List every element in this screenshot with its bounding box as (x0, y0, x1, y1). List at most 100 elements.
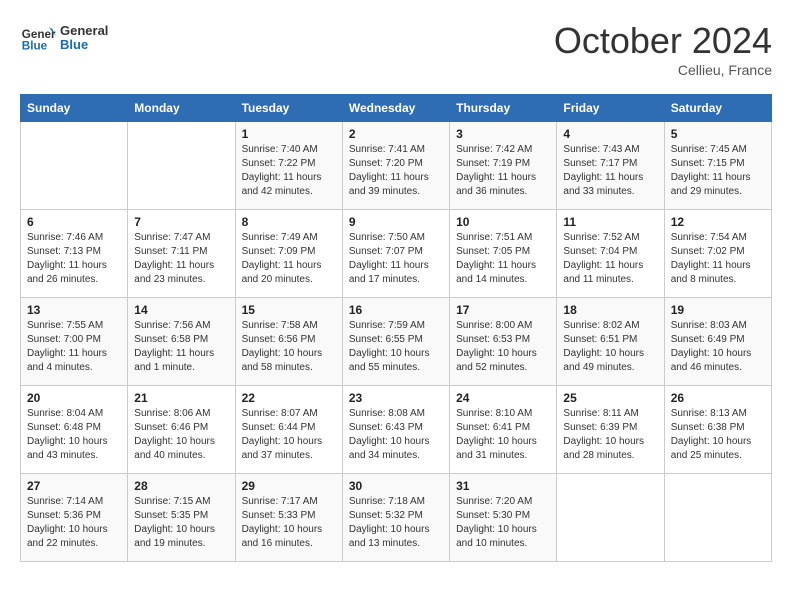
day-detail: Sunrise: 7:50 AM Sunset: 7:07 PM Dayligh… (349, 231, 443, 287)
calendar-cell: 15 Sunrise: 7:58 AM Sunset: 6:56 PM Dayli… (235, 298, 342, 386)
day-detail: Sunrise: 7:15 AM Sunset: 5:35 PM Dayligh… (134, 495, 228, 551)
calendar-cell: 26 Sunrise: 8:13 AM Sunset: 6:38 PM Dayli… (664, 386, 771, 474)
day-detail: Sunrise: 8:02 AM Sunset: 6:51 PM Dayligh… (563, 319, 657, 375)
day-number: 5 (671, 127, 765, 141)
day-detail: Sunrise: 7:46 AM Sunset: 7:13 PM Dayligh… (27, 231, 121, 287)
day-number: 6 (27, 215, 121, 229)
day-detail: Sunrise: 8:11 AM Sunset: 6:39 PM Dayligh… (563, 407, 657, 463)
day-detail: Sunrise: 7:58 AM Sunset: 6:56 PM Dayligh… (242, 319, 336, 375)
svg-text:Blue: Blue (22, 40, 48, 53)
day-detail: Sunrise: 7:40 AM Sunset: 7:22 PM Dayligh… (242, 143, 336, 199)
day-number: 21 (134, 391, 228, 405)
day-detail: Sunrise: 7:41 AM Sunset: 7:20 PM Dayligh… (349, 143, 443, 199)
calendar-cell (21, 122, 128, 210)
day-number: 2 (349, 127, 443, 141)
day-number: 1 (242, 127, 336, 141)
day-detail: Sunrise: 8:03 AM Sunset: 6:49 PM Dayligh… (671, 319, 765, 375)
day-detail: Sunrise: 7:18 AM Sunset: 5:32 PM Dayligh… (349, 495, 443, 551)
calendar-cell: 8 Sunrise: 7:49 AM Sunset: 7:09 PM Daylig… (235, 210, 342, 298)
day-detail: Sunrise: 7:54 AM Sunset: 7:02 PM Dayligh… (671, 231, 765, 287)
day-number: 27 (27, 479, 121, 493)
day-number: 19 (671, 303, 765, 317)
weekday-header: Tuesday (235, 95, 342, 122)
calendar-cell: 20 Sunrise: 8:04 AM Sunset: 6:48 PM Dayli… (21, 386, 128, 474)
weekday-header: Thursday (450, 95, 557, 122)
day-detail: Sunrise: 8:13 AM Sunset: 6:38 PM Dayligh… (671, 407, 765, 463)
day-number: 23 (349, 391, 443, 405)
calendar-cell: 3Sunrise: 7:42 AM Sunset: 7:19 PM Daylig… (450, 122, 557, 210)
day-number: 18 (563, 303, 657, 317)
day-detail: Sunrise: 7:20 AM Sunset: 5:30 PM Dayligh… (456, 495, 550, 551)
calendar-cell: 23 Sunrise: 8:08 AM Sunset: 6:43 PM Dayli… (342, 386, 449, 474)
day-detail: Sunrise: 7:42 AM Sunset: 7:19 PM Dayligh… (456, 143, 550, 199)
day-number: 26 (671, 391, 765, 405)
day-number: 11 (563, 215, 657, 229)
calendar-cell: 11 Sunrise: 7:52 AM Sunset: 7:04 PM Dayli… (557, 210, 664, 298)
calendar-cell: 6 Sunrise: 7:46 AM Sunset: 7:13 PM Daylig… (21, 210, 128, 298)
logo-line1: General (60, 24, 108, 38)
day-detail: Sunrise: 8:08 AM Sunset: 6:43 PM Dayligh… (349, 407, 443, 463)
day-number: 28 (134, 479, 228, 493)
weekday-header: Wednesday (342, 95, 449, 122)
month-info: October 2024 Cellieu, France (554, 20, 772, 78)
day-number: 15 (242, 303, 336, 317)
page-header: General Blue General Blue October 2024 C… (20, 20, 772, 78)
month-title: October 2024 (554, 20, 772, 62)
weekday-header: Friday (557, 95, 664, 122)
day-number: 10 (456, 215, 550, 229)
calendar-cell: 2 Sunrise: 7:41 AM Sunset: 7:20 PM Daylig… (342, 122, 449, 210)
day-number: 12 (671, 215, 765, 229)
calendar-cell: 10 Sunrise: 7:51 AM Sunset: 7:05 PM Dayli… (450, 210, 557, 298)
location: Cellieu, France (554, 62, 772, 78)
weekday-header: Sunday (21, 95, 128, 122)
day-detail: Sunrise: 8:10 AM Sunset: 6:41 PM Dayligh… (456, 407, 550, 463)
calendar-cell: 24 Sunrise: 8:10 AM Sunset: 6:41 PM Dayli… (450, 386, 557, 474)
calendar-cell: 5 Sunrise: 7:45 AM Sunset: 7:15 PM Daylig… (664, 122, 771, 210)
day-detail: Sunrise: 8:00 AM Sunset: 6:53 PM Dayligh… (456, 319, 550, 375)
day-detail: Sunrise: 7:59 AM Sunset: 6:55 PM Dayligh… (349, 319, 443, 375)
calendar-cell: 31 Sunrise: 7:20 AM Sunset: 5:30 PM Dayli… (450, 474, 557, 562)
day-number: 8 (242, 215, 336, 229)
day-number: 16 (349, 303, 443, 317)
day-detail: Sunrise: 7:51 AM Sunset: 7:05 PM Dayligh… (456, 231, 550, 287)
weekday-header: Monday (128, 95, 235, 122)
logo-icon: General Blue (20, 20, 56, 56)
day-detail: Sunrise: 8:04 AM Sunset: 6:48 PM Dayligh… (27, 407, 121, 463)
calendar-cell: 30 Sunrise: 7:18 AM Sunset: 5:32 PM Dayli… (342, 474, 449, 562)
day-detail: Sunrise: 7:49 AM Sunset: 7:09 PM Dayligh… (242, 231, 336, 287)
calendar-cell (664, 474, 771, 562)
calendar-cell (557, 474, 664, 562)
calendar-cell: 27Sunrise: 7:14 AM Sunset: 5:36 PM Dayli… (21, 474, 128, 562)
calendar-cell: 12 Sunrise: 7:54 AM Sunset: 7:02 PM Dayli… (664, 210, 771, 298)
day-detail: Sunrise: 7:56 AM Sunset: 6:58 PM Dayligh… (134, 319, 228, 375)
day-number: 31 (456, 479, 550, 493)
calendar-cell: 4Sunrise: 7:43 AM Sunset: 7:17 PM Daylig… (557, 122, 664, 210)
logo: General Blue General Blue (20, 20, 108, 56)
calendar-cell: 17 Sunrise: 8:00 AM Sunset: 6:53 PM Dayli… (450, 298, 557, 386)
day-number: 13 (27, 303, 121, 317)
calendar-cell: 7Sunrise: 7:47 AM Sunset: 7:11 PM Daylig… (128, 210, 235, 298)
calendar-cell: 13 Sunrise: 7:55 AM Sunset: 7:00 PM Dayli… (21, 298, 128, 386)
day-number: 22 (242, 391, 336, 405)
day-number: 24 (456, 391, 550, 405)
calendar-cell: 16 Sunrise: 7:59 AM Sunset: 6:55 PM Dayli… (342, 298, 449, 386)
day-detail: Sunrise: 7:17 AM Sunset: 5:33 PM Dayligh… (242, 495, 336, 551)
day-number: 30 (349, 479, 443, 493)
day-number: 14 (134, 303, 228, 317)
day-detail: Sunrise: 7:55 AM Sunset: 7:00 PM Dayligh… (27, 319, 121, 375)
weekday-header: Saturday (664, 95, 771, 122)
calendar-cell: 9Sunrise: 7:50 AM Sunset: 7:07 PM Daylig… (342, 210, 449, 298)
day-detail: Sunrise: 7:45 AM Sunset: 7:15 PM Dayligh… (671, 143, 765, 199)
day-number: 29 (242, 479, 336, 493)
day-number: 20 (27, 391, 121, 405)
calendar-cell: 19 Sunrise: 8:03 AM Sunset: 6:49 PM Dayli… (664, 298, 771, 386)
calendar-cell: 14 Sunrise: 7:56 AM Sunset: 6:58 PM Dayli… (128, 298, 235, 386)
calendar-cell: 21 Sunrise: 8:06 AM Sunset: 6:46 PM Dayli… (128, 386, 235, 474)
day-detail: Sunrise: 7:47 AM Sunset: 7:11 PM Dayligh… (134, 231, 228, 287)
day-number: 17 (456, 303, 550, 317)
day-detail: Sunrise: 7:52 AM Sunset: 7:04 PM Dayligh… (563, 231, 657, 287)
calendar-cell: 28 Sunrise: 7:15 AM Sunset: 5:35 PM Dayli… (128, 474, 235, 562)
calendar-cell: 22Sunrise: 8:07 AM Sunset: 6:44 PM Dayli… (235, 386, 342, 474)
calendar-table: SundayMondayTuesdayWednesdayThursdayFrid… (20, 94, 772, 562)
day-detail: Sunrise: 8:06 AM Sunset: 6:46 PM Dayligh… (134, 407, 228, 463)
